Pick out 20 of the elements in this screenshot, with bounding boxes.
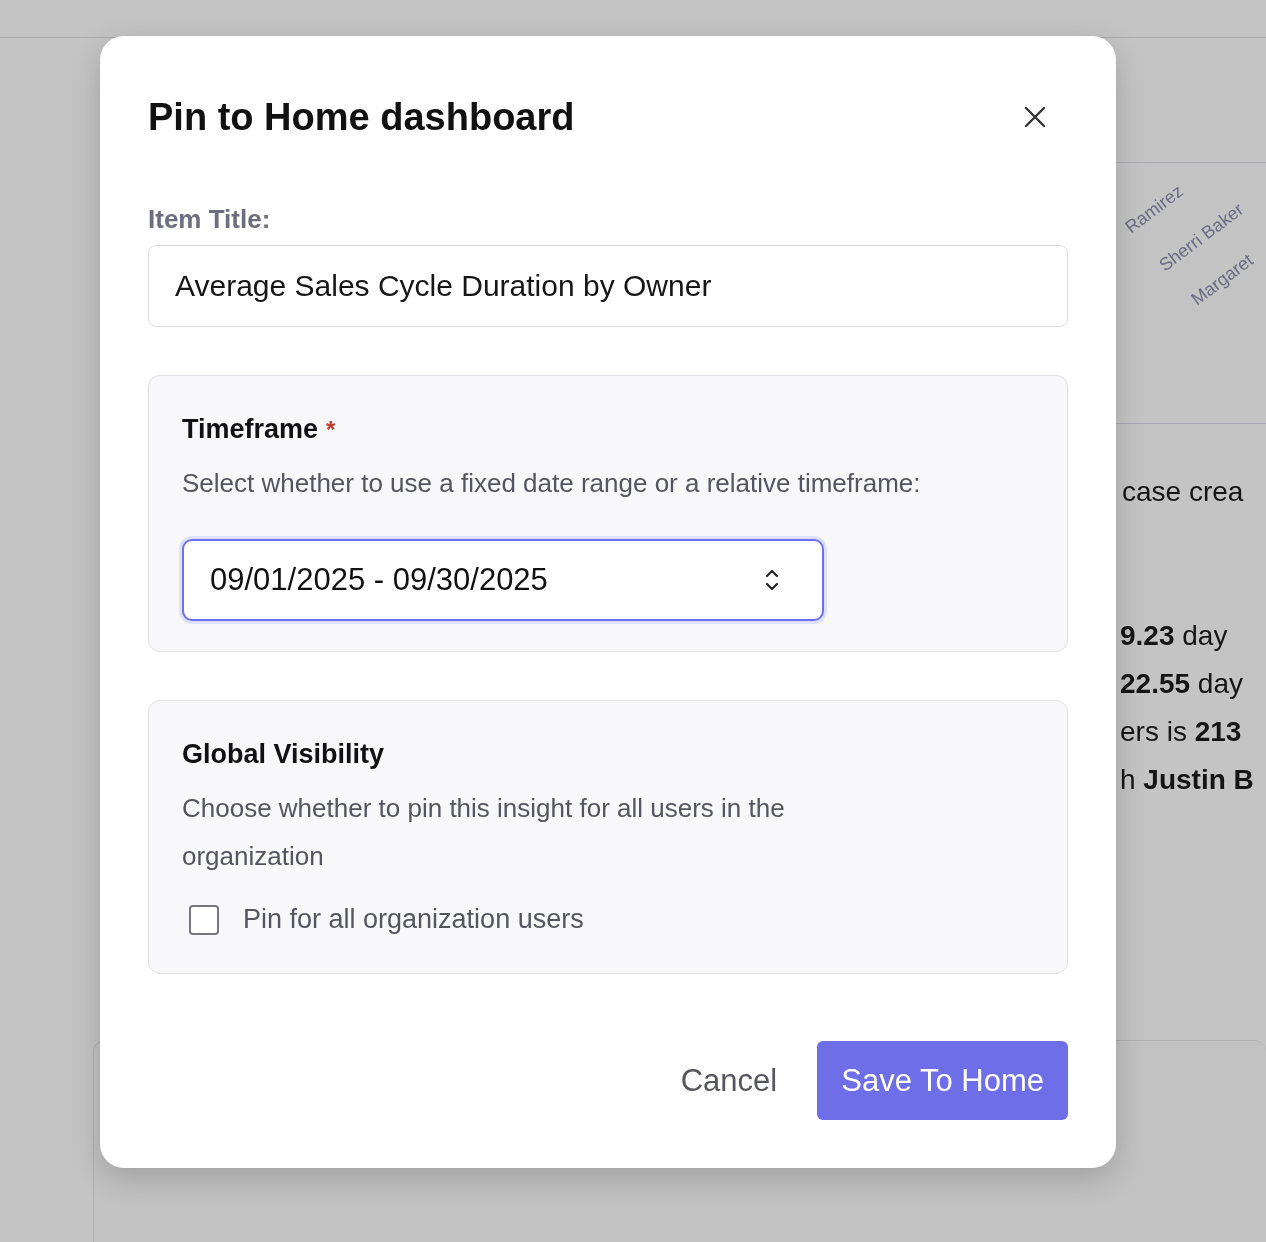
summary-text: 22.55 day <box>1120 667 1244 701</box>
close-icon <box>1024 106 1046 128</box>
checkbox[interactable] <box>189 904 219 935</box>
section-title: Timeframe <box>182 414 319 445</box>
section-description: Choose whether to pin this insight for all users in the organization <box>182 792 786 873</box>
summary-text: h Justin B <box>1120 763 1255 797</box>
save-button[interactable]: Save To Home <box>817 1041 1068 1120</box>
required-mark: * <box>326 416 336 444</box>
dialog-title: Pin to Home dashboard <box>148 95 575 139</box>
summary-text: ers is 213 <box>1120 715 1243 749</box>
summary-text: case crea <box>1122 475 1245 509</box>
summary-text: 9.23 day <box>1120 619 1229 653</box>
date-range-select[interactable]: 09/01/2025 - 09/30/2025 <box>182 539 824 621</box>
input-field[interactable]: Average Sales Cycle Duration by Owner <box>148 245 1068 327</box>
checkbox-label: Pin for all organization users <box>243 904 584 935</box>
cancel-button[interactable]: Cancel <box>680 1041 778 1120</box>
chevron-updown-icon <box>764 567 780 593</box>
field-label: Item Title: <box>148 204 272 235</box>
section-description: Select whether to use a fixed date range or a relative timeframe: <box>182 467 922 500</box>
section-title: Global Visibility <box>182 739 385 770</box>
